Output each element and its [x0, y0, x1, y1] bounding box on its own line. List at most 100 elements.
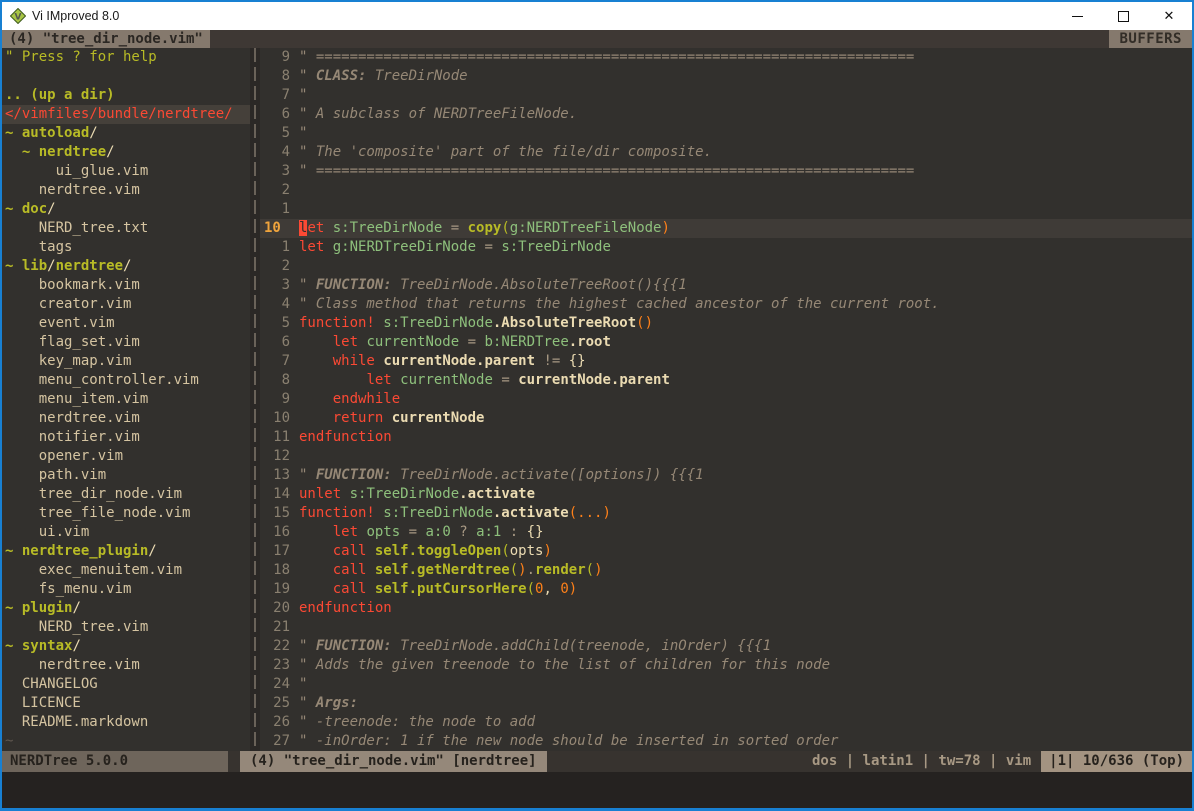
- window-split-divider[interactable]: [250, 48, 260, 751]
- code-line[interactable]: 15function! s:TreeDirNode.activate(...): [260, 504, 1192, 523]
- token: key_map.vim: [5, 353, 131, 369]
- tree-item[interactable]: tags: [2, 238, 250, 257]
- tree-item[interactable]: bookmark.vim: [2, 276, 250, 295]
- token: (: [527, 581, 535, 597]
- tree-item[interactable]: nerdtree.vim: [2, 181, 250, 200]
- code-line[interactable]: 12: [260, 447, 1192, 466]
- tree-item[interactable]: README.markdown: [2, 713, 250, 732]
- tree-item[interactable]: ~: [2, 732, 250, 751]
- token: TreeDirNode.activate([options]) {{{1: [392, 467, 704, 483]
- tree-item[interactable]: creator.vim: [2, 295, 250, 314]
- code-line[interactable]: 3" FUNCTION: TreeDirNode.AbsoluteTreeRoo…: [260, 276, 1192, 295]
- tree-item[interactable]: [2, 67, 250, 86]
- tree-item[interactable]: ~ nerdtree_plugin/: [2, 542, 250, 561]
- token: /: [47, 201, 55, 217]
- code-line[interactable]: 14unlet s:TreeDirNode.activate: [260, 485, 1192, 504]
- code-line[interactable]: 4" The 'composite' part of the file/dir …: [260, 143, 1192, 162]
- token: menu_controller.vim: [5, 372, 199, 388]
- code-line[interactable]: 24": [260, 675, 1192, 694]
- code-line[interactable]: 3" =====================================…: [260, 162, 1192, 181]
- tree-item[interactable]: ~ nerdtree/: [2, 143, 250, 162]
- tree-item[interactable]: NERD_tree.vim: [2, 618, 250, 637]
- tree-item[interactable]: ui_glue.vim: [2, 162, 250, 181]
- tree-item[interactable]: menu_item.vim: [2, 390, 250, 409]
- tree-item[interactable]: .. (up a dir): [2, 86, 250, 105]
- line-number: 5: [264, 124, 290, 143]
- line-number: 26: [264, 713, 290, 732]
- code-line[interactable]: 4" Class method that returns the highest…: [260, 295, 1192, 314]
- code-line[interactable]: 7": [260, 86, 1192, 105]
- token: NERD_tree.txt: [5, 220, 148, 236]
- line-number: 11: [264, 428, 290, 447]
- code-line[interactable]: 10 return currentNode: [260, 409, 1192, 428]
- tree-item[interactable]: CHANGELOG: [2, 675, 250, 694]
- tab-active-buffer[interactable]: (4) "tree_dir_node.vim": [2, 30, 210, 48]
- line-number: 1: [264, 200, 290, 219]
- tree-item[interactable]: nerdtree.vim: [2, 656, 250, 675]
- tree-item[interactable]: notifier.vim: [2, 428, 250, 447]
- code-line[interactable]: 16 let opts = a:0 ? a:1 : {}: [260, 523, 1192, 542]
- minimize-button[interactable]: [1054, 2, 1100, 30]
- code-line[interactable]: 23" Adds the given treenode to the list …: [260, 656, 1192, 675]
- code-line[interactable]: 9" =====================================…: [260, 48, 1192, 67]
- tree-item[interactable]: ui.vim: [2, 523, 250, 542]
- tree-item[interactable]: ~ syntax/: [2, 637, 250, 656]
- tree-item[interactable]: fs_menu.vim: [2, 580, 250, 599]
- code-line[interactable]: 20endfunction: [260, 599, 1192, 618]
- tree-item[interactable]: ~ autoload/: [2, 124, 250, 143]
- tree-item[interactable]: menu_controller.vim: [2, 371, 250, 390]
- code-line[interactable]: 2: [260, 181, 1192, 200]
- tree-item[interactable]: NERD_tree.txt: [2, 219, 250, 238]
- code-line[interactable]: 25" Args:: [260, 694, 1192, 713]
- maximize-button[interactable]: [1100, 2, 1146, 30]
- code-line[interactable]: 7 while currentNode.parent != {}: [260, 352, 1192, 371]
- tree-item[interactable]: key_map.vim: [2, 352, 250, 371]
- code-line[interactable]: 27" -inOrder: 1 if the new node should b…: [260, 732, 1192, 751]
- code-line[interactable]: 8 let currentNode = currentNode.parent: [260, 371, 1192, 390]
- token: /: [89, 125, 97, 141]
- line-text: " CLASS: TreeDirNode: [299, 67, 1192, 86]
- tree-item[interactable]: tree_file_node.vim: [2, 504, 250, 523]
- tree-item[interactable]: LICENCE: [2, 694, 250, 713]
- token: ,: [543, 581, 560, 597]
- code-line[interactable]: 17 call self.toggleOpen(opts): [260, 542, 1192, 561]
- close-button[interactable]: ✕: [1146, 2, 1192, 30]
- tree-item[interactable]: opener.vim: [2, 447, 250, 466]
- line-number: 3: [264, 276, 290, 295]
- token: FUNCTION:: [316, 467, 392, 483]
- code-line[interactable]: 26" -treenode: the node to add: [260, 713, 1192, 732]
- tree-item[interactable]: path.vim: [2, 466, 250, 485]
- code-line[interactable]: 11endfunction: [260, 428, 1192, 447]
- line-number: 7: [264, 86, 290, 105]
- code-line[interactable]: 2: [260, 257, 1192, 276]
- code-line[interactable]: 22" FUNCTION: TreeDirNode.addChild(treen…: [260, 637, 1192, 656]
- tree-item[interactable]: tree_dir_node.vim: [2, 485, 250, 504]
- code-line[interactable]: 18 call self.getNerdtree().render(): [260, 561, 1192, 580]
- code-line[interactable]: 1: [260, 200, 1192, 219]
- close-icon: ✕: [1164, 10, 1175, 23]
- code-line[interactable]: 1let g:NERDTreeDirNode = s:TreeDirNode: [260, 238, 1192, 257]
- code-line[interactable]: 19 call self.putCursorHere(0, 0): [260, 580, 1192, 599]
- tree-item[interactable]: ~ doc/: [2, 200, 250, 219]
- line-text: return currentNode: [299, 409, 1192, 428]
- code-line[interactable]: 8" CLASS: TreeDirNode: [260, 67, 1192, 86]
- tree-item[interactable]: </vimfiles/bundle/nerdtree/: [2, 105, 250, 124]
- tree-item[interactable]: exec_menuitem.vim: [2, 561, 250, 580]
- tree-item[interactable]: ~ lib/nerdtree/: [2, 257, 250, 276]
- code-line[interactable]: 21: [260, 618, 1192, 637]
- tree-item[interactable]: flag_set.vim: [2, 333, 250, 352]
- tree-item[interactable]: nerdtree.vim: [2, 409, 250, 428]
- code-line[interactable]: 6 let currentNode = b:NERDTree.root: [260, 333, 1192, 352]
- code-line[interactable]: 6" A subclass of NERDTreeFileNode.: [260, 105, 1192, 124]
- code-line[interactable]: 13" FUNCTION: TreeDirNode.activate([opti…: [260, 466, 1192, 485]
- code-line[interactable]: 5": [260, 124, 1192, 143]
- tree-item[interactable]: ~ plugin/: [2, 599, 250, 618]
- code-line[interactable]: 10let s:TreeDirNode = copy(g:NERDTreeFil…: [260, 219, 1192, 238]
- token: [341, 486, 349, 502]
- code-line[interactable]: 9 endwhile: [260, 390, 1192, 409]
- token: {}: [569, 353, 586, 369]
- code-line[interactable]: 5function! s:TreeDirNode.AbsoluteTreeRoo…: [260, 314, 1192, 333]
- line-number: 1: [264, 238, 290, 257]
- tree-item[interactable]: event.vim: [2, 314, 250, 333]
- tree-item[interactable]: " Press ? for help: [2, 48, 250, 67]
